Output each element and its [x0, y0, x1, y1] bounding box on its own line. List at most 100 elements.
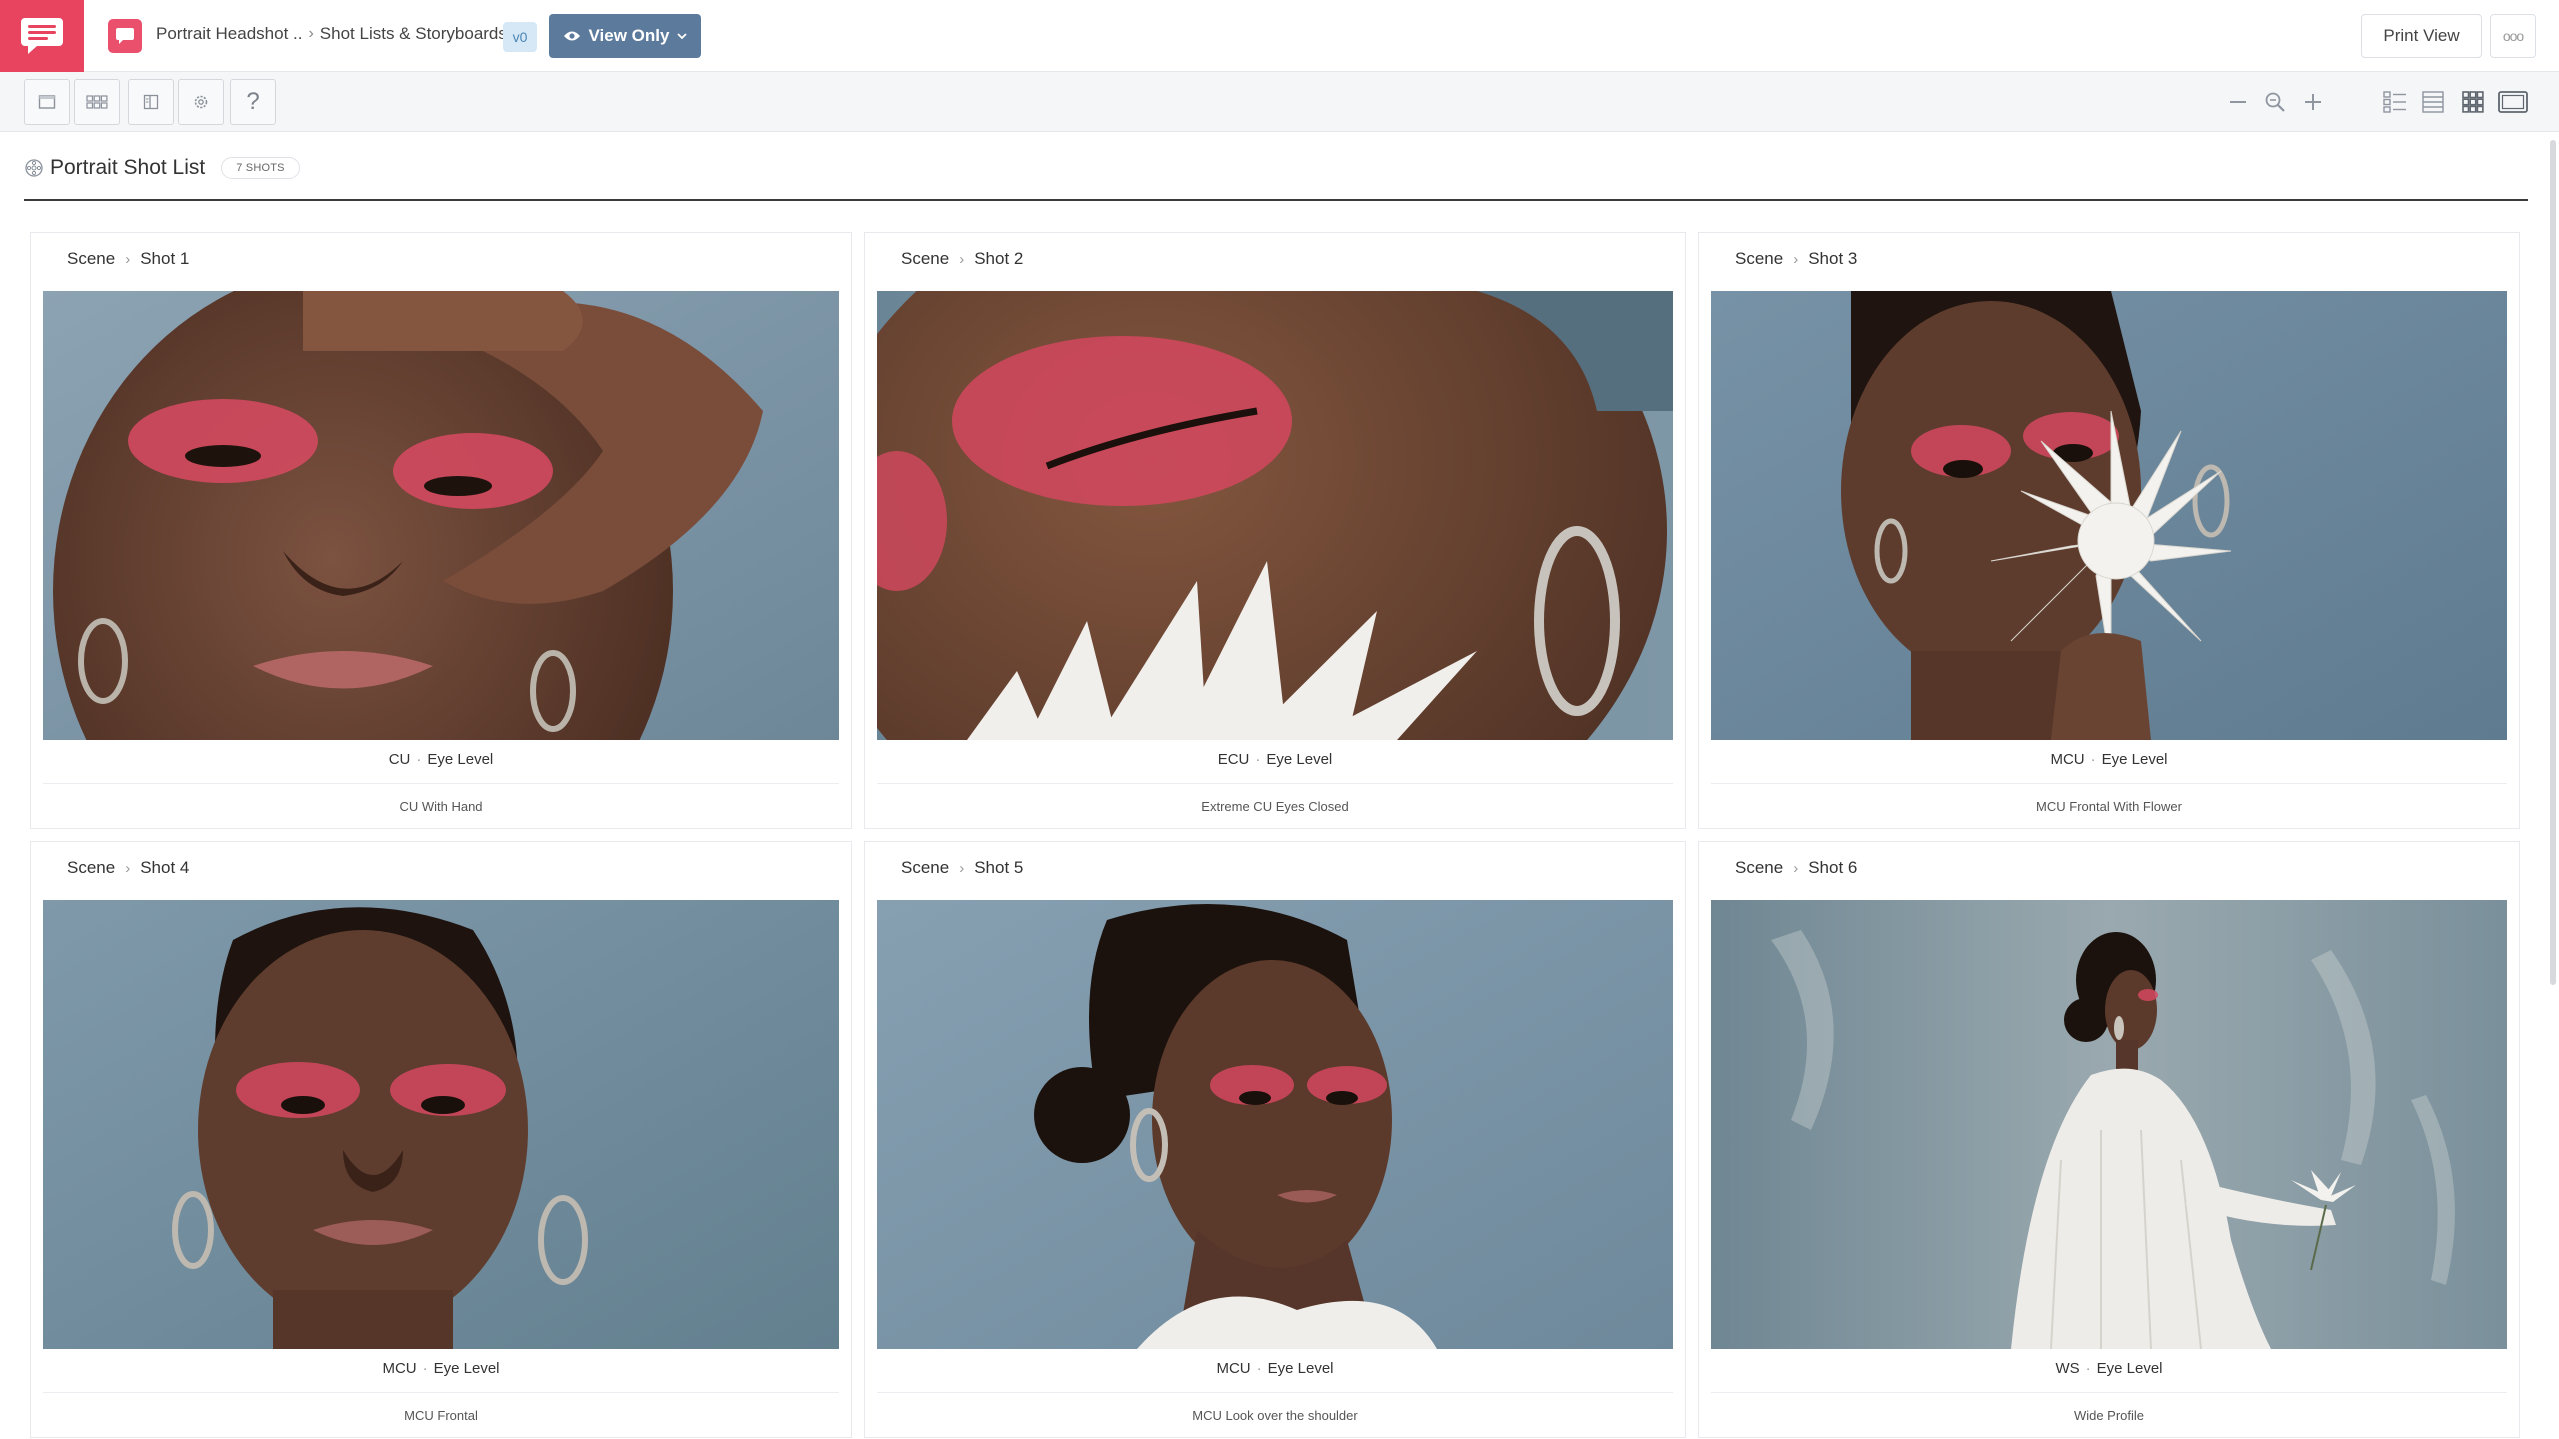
scene-label[interactable]: Scene: [1735, 249, 1783, 269]
columns-button[interactable]: [128, 79, 174, 125]
scene-label[interactable]: Scene: [901, 858, 949, 878]
help-button[interactable]: ?: [230, 79, 276, 125]
camera-angle: Eye Level: [1266, 751, 1333, 768]
shot-specs: WS · Eye Level: [1711, 1360, 2507, 1377]
camera-angle: Eye Level: [2096, 1360, 2163, 1377]
shot-specs: MCU · Eye Level: [43, 1360, 839, 1377]
card-divider: [1711, 1392, 2507, 1393]
zoom-in-button[interactable]: [2297, 86, 2329, 118]
chat-logo-icon: [21, 18, 63, 54]
shot-breadcrumb: Scene › Shot 3: [1735, 249, 1857, 269]
shot-card[interactable]: Scene › Shot 5 MCU · Eye Level MCU Look …: [864, 841, 1686, 1438]
view-only-label: View Only: [588, 26, 670, 45]
zoom-reset-button[interactable]: [2259, 86, 2291, 118]
shot-label[interactable]: Shot 5: [974, 858, 1023, 878]
scrollbar-thumb[interactable]: [2550, 140, 2556, 985]
card-divider: [43, 1392, 839, 1393]
page-title: Portrait Shot List: [50, 156, 206, 179]
portrait-photo: [43, 900, 839, 1349]
shot-size: MCU: [382, 1360, 417, 1377]
zoom-out-button[interactable]: [2222, 86, 2254, 118]
scene-label[interactable]: Scene: [67, 858, 115, 878]
frame-layout-icon: [2498, 91, 2528, 113]
shot-breadcrumb: Scene › Shot 6: [1735, 858, 1857, 878]
shot-breadcrumb: Scene › Shot 1: [67, 249, 189, 269]
shot-card[interactable]: Scene › Shot 6 WS · Eye Level Wide Profi…: [1698, 841, 2520, 1438]
shot-image[interactable]: [43, 900, 839, 1349]
shot-label[interactable]: Shot 3: [1808, 249, 1857, 269]
portrait-photo: [1711, 291, 2507, 740]
table-layout-button[interactable]: [2415, 84, 2451, 120]
shot-description: Wide Profile: [2073, 1408, 2145, 1423]
shot-size: CU: [388, 751, 411, 768]
camera-angle: Eye Level: [1267, 1360, 1334, 1377]
portrait-photo: [43, 291, 839, 740]
scene-label[interactable]: Scene: [1735, 858, 1783, 878]
storyboard-grid-button[interactable]: [74, 79, 120, 125]
vertical-scrollbar[interactable]: [2549, 132, 2559, 1439]
single-frame-button[interactable]: [24, 79, 70, 125]
shot-count-badge: 7 SHOTS: [221, 157, 300, 179]
chevron-right-icon: ›: [959, 859, 965, 877]
separator-dot: ·: [2085, 1360, 2091, 1377]
shot-label[interactable]: Shot 2: [974, 249, 1023, 269]
shot-list-icon: [25, 159, 43, 177]
more-options-button[interactable]: ooo: [2490, 14, 2536, 58]
card-divider: [43, 783, 839, 784]
shot-description: CU With Hand: [399, 799, 483, 814]
shot-label[interactable]: Shot 4: [140, 858, 189, 878]
breadcrumb: Portrait Headshot .. › Shot Lists & Stor…: [156, 24, 507, 44]
breadcrumb-project[interactable]: Portrait Headshot ..: [156, 24, 302, 44]
shot-breadcrumb: Scene › Shot 5: [901, 858, 1023, 878]
shot-image[interactable]: [877, 291, 1673, 740]
shot-label[interactable]: Shot 6: [1808, 858, 1857, 878]
toolbar: ?: [0, 72, 2559, 132]
print-view-button[interactable]: Print View: [2361, 14, 2482, 58]
separator-dot: ·: [416, 751, 422, 768]
shot-image[interactable]: [43, 291, 839, 740]
shot-specs: MCU · Eye Level: [1711, 751, 2507, 768]
list-layout-icon: [2383, 91, 2406, 113]
shot-card[interactable]: Scene › Shot 2 ECU · Eye Level Extreme C…: [864, 232, 1686, 829]
shot-specs: CU · Eye Level: [43, 751, 839, 768]
chevron-right-icon: ›: [1793, 859, 1799, 877]
shot-image[interactable]: [1711, 291, 2507, 740]
shot-description: MCU Frontal: [404, 1408, 478, 1423]
shot-card[interactable]: Scene › Shot 3 MCU · Eye Level MCU Front…: [1698, 232, 2520, 829]
chevron-right-icon: ›: [1793, 250, 1799, 268]
grid-layout-button[interactable]: [2455, 84, 2491, 120]
shot-breadcrumb: Scene › Shot 4: [67, 858, 189, 878]
chevron-down-icon: [677, 32, 688, 39]
zoom-reset-icon: [2265, 92, 2285, 112]
storyboard-grid-icon: [86, 95, 108, 109]
settings-button[interactable]: [178, 79, 224, 125]
scene-label[interactable]: Scene: [67, 249, 115, 269]
shot-card[interactable]: Scene › Shot 1 CU · Eye Level CU With Ha…: [30, 232, 852, 829]
version-badge[interactable]: v0: [503, 22, 537, 52]
list-layout-button[interactable]: [2377, 84, 2413, 120]
shot-image[interactable]: [877, 900, 1673, 1349]
portrait-photo: [1711, 900, 2507, 1349]
shot-specs: MCU · Eye Level: [877, 1360, 1673, 1377]
card-divider: [877, 783, 1673, 784]
project-icon[interactable]: [108, 19, 142, 53]
table-layout-icon: [2422, 91, 2444, 113]
zoom-in-icon: [2305, 94, 2321, 110]
eye-icon: [563, 31, 580, 41]
shot-description: MCU Frontal With Flower: [2036, 799, 2182, 814]
separator-dot: ·: [1255, 751, 1261, 768]
shot-card[interactable]: Scene › Shot 4 MCU · Eye Level MCU Front…: [30, 841, 852, 1438]
shot-image[interactable]: [1711, 900, 2507, 1349]
columns-icon: [143, 94, 159, 110]
frame-layout-button[interactable]: [2495, 84, 2531, 120]
view-only-button[interactable]: View Only: [549, 14, 701, 58]
studiobinder-logo[interactable]: [0, 0, 84, 72]
card-divider: [877, 1392, 1673, 1393]
scene-label[interactable]: Scene: [901, 249, 949, 269]
heading-divider: [24, 199, 2528, 201]
breadcrumb-section[interactable]: Shot Lists & Storyboards: [320, 24, 507, 44]
shot-specs: ECU · Eye Level: [877, 751, 1673, 768]
shot-size: WS: [2055, 1360, 2080, 1377]
chevron-right-icon: ›: [125, 250, 131, 268]
shot-label[interactable]: Shot 1: [140, 249, 189, 269]
